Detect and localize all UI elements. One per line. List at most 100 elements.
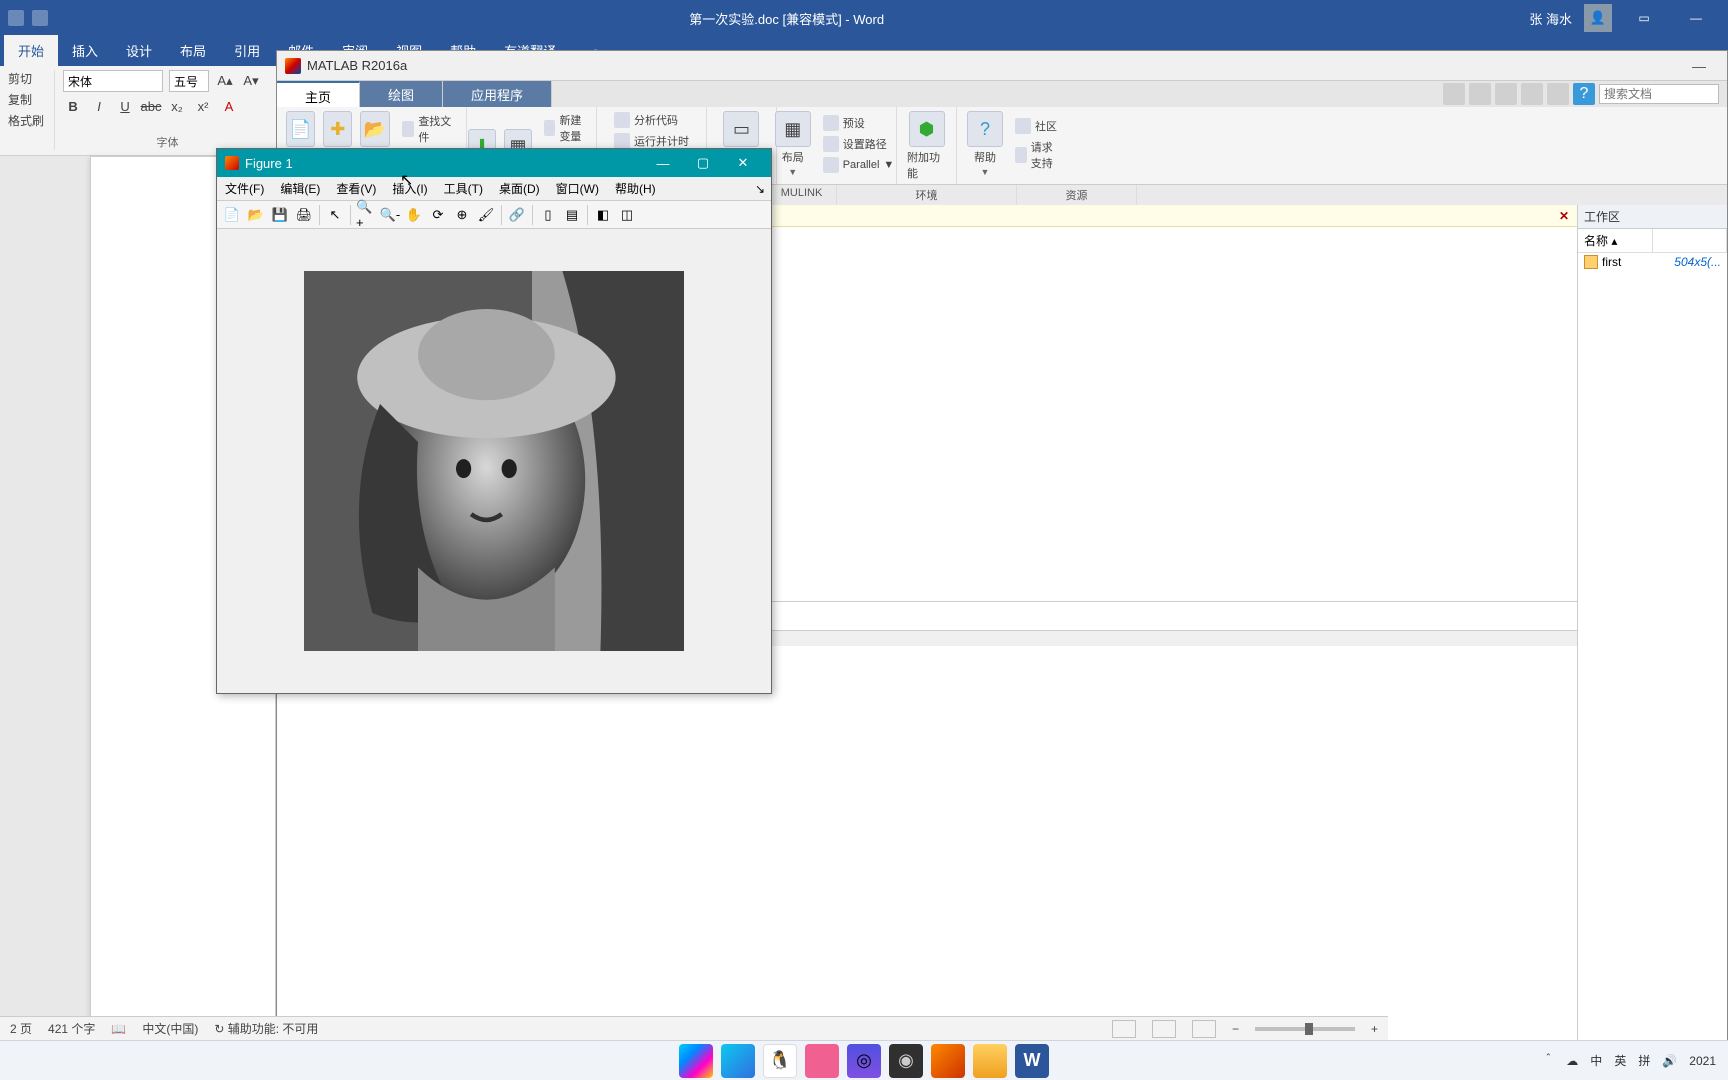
word-qat-more-icon[interactable] xyxy=(32,10,48,26)
close-icon[interactable]: ✕ xyxy=(1559,209,1569,223)
status-spellcheck-icon[interactable]: 📖 xyxy=(111,1022,126,1036)
copy-button[interactable]: 复制 xyxy=(8,91,44,108)
zoom-out-button[interactable]: − xyxy=(1232,1022,1239,1036)
italic-button[interactable]: I xyxy=(89,96,109,116)
tray-chevron-icon[interactable]: ＾ xyxy=(1542,1052,1554,1069)
legend-icon[interactable]: ▤ xyxy=(561,204,583,226)
status-accessibility[interactable]: ↻ 辅助功能: 不可用 xyxy=(214,1020,318,1037)
show-tools-icon[interactable]: ◫ xyxy=(616,204,638,226)
print-icon[interactable]: 🖨 xyxy=(293,204,315,226)
parallel-button[interactable]: Parallel ▼ xyxy=(819,156,899,174)
view-web-layout-icon[interactable] xyxy=(1192,1020,1216,1038)
menu-desktop[interactable]: 桌面(D) xyxy=(491,180,548,197)
find-files-button[interactable]: 查找文件 xyxy=(398,112,457,146)
layout-button[interactable]: ▦布局▼ xyxy=(775,111,811,177)
new-variable-button[interactable]: 新建变量 xyxy=(540,111,595,145)
colorbar-icon[interactable]: ▯ xyxy=(537,204,559,226)
figure-titlebar[interactable]: Figure 1 — ▢ ✕ xyxy=(217,149,771,177)
bold-button[interactable]: B xyxy=(63,96,83,116)
matlab-titlebar[interactable]: MATLAB R2016a — xyxy=(277,51,1727,81)
new-script-icon[interactable]: 📄 xyxy=(286,111,315,147)
matlab-cut-icon[interactable] xyxy=(1443,83,1465,105)
matlab-help-icon[interactable]: ? xyxy=(1573,83,1595,105)
tray-time[interactable]: 2021 xyxy=(1689,1054,1716,1068)
matlab-copy-icon[interactable] xyxy=(1469,83,1491,105)
matlab-search-input[interactable] xyxy=(1599,84,1719,104)
matlab-tab-apps[interactable]: 应用程序 xyxy=(443,81,552,107)
zoom-in-icon[interactable]: 🔍+ xyxy=(355,204,377,226)
workspace-col-value[interactable] xyxy=(1653,229,1728,252)
taskbar-matlab-icon[interactable] xyxy=(931,1044,965,1078)
brush-icon[interactable]: 🖌 xyxy=(475,204,497,226)
menu-window[interactable]: 窗口(W) xyxy=(548,180,607,197)
format-painter-button[interactable]: 格式刷 xyxy=(8,112,44,129)
superscript-button[interactable]: x² xyxy=(193,96,213,116)
subscript-button[interactable]: x₂ xyxy=(167,96,187,116)
font-size-select[interactable] xyxy=(169,70,209,92)
menu-edit[interactable]: 编辑(E) xyxy=(272,180,328,197)
analyze-code-button[interactable]: 分析代码 xyxy=(610,111,682,129)
workspace-col-name[interactable]: 名称 ▴ xyxy=(1578,229,1653,252)
ime-indicator-1[interactable]: 中 xyxy=(1590,1052,1602,1069)
tab-design[interactable]: 设计 xyxy=(112,35,166,66)
view-read-mode-icon[interactable] xyxy=(1112,1020,1136,1038)
matlab-minimize-button[interactable]: — xyxy=(1679,52,1719,80)
request-support-button[interactable]: 请求支持 xyxy=(1011,138,1067,172)
font-name-select[interactable] xyxy=(63,70,163,92)
new-icon[interactable]: ✚ xyxy=(323,111,352,147)
matlab-paste-icon[interactable] xyxy=(1495,83,1517,105)
matlab-redo-icon[interactable] xyxy=(1547,83,1569,105)
rotate-icon[interactable]: ⟳ xyxy=(427,204,449,226)
zoom-slider[interactable] xyxy=(1255,1027,1355,1031)
community-button[interactable]: 社区 xyxy=(1011,117,1061,135)
zoom-in-button[interactable]: + xyxy=(1371,1022,1378,1036)
status-words[interactable]: 421 个字 xyxy=(48,1020,95,1037)
taskbar-word-icon[interactable]: W xyxy=(1015,1044,1049,1078)
addons-button[interactable]: ⬢附加功能▼ xyxy=(907,111,946,193)
tab-references[interactable]: 引用 xyxy=(220,35,274,66)
word-ribbon-collapse-icon[interactable]: ▭ xyxy=(1624,0,1664,36)
taskbar-app1-icon[interactable] xyxy=(805,1044,839,1078)
menu-insert[interactable]: 插入(I) xyxy=(384,180,435,197)
menu-help[interactable]: 帮助(H) xyxy=(607,180,664,197)
zoom-out-icon[interactable]: 🔍- xyxy=(379,204,401,226)
tab-home[interactable]: 开始 xyxy=(4,35,58,66)
cut-button[interactable]: 剪切 xyxy=(8,70,44,87)
taskbar-qq-icon[interactable]: 🐧 xyxy=(763,1044,797,1078)
start-button[interactable] xyxy=(679,1044,713,1078)
data-cursor-icon[interactable]: ⊕ xyxy=(451,204,473,226)
tab-layout[interactable]: 布局 xyxy=(166,35,220,66)
menu-tools[interactable]: 工具(T) xyxy=(436,180,491,197)
help-button[interactable]: ?帮助▼ xyxy=(967,111,1003,177)
status-language[interactable]: 中文(中国) xyxy=(142,1020,198,1037)
taskbar-explorer-icon[interactable] xyxy=(973,1044,1007,1078)
view-print-layout-icon[interactable] xyxy=(1152,1020,1176,1038)
decrease-font-icon[interactable]: A▾ xyxy=(241,71,261,91)
avatar[interactable]: 👤 xyxy=(1584,4,1612,32)
link-icon[interactable]: 🔗 xyxy=(506,204,528,226)
ime-indicator-2[interactable]: 英 xyxy=(1614,1052,1626,1069)
open-figure-icon[interactable]: 📂 xyxy=(245,204,267,226)
pointer-icon[interactable]: ↖ xyxy=(324,204,346,226)
tray-volume-icon[interactable]: 🔊 xyxy=(1662,1054,1677,1068)
pan-icon[interactable]: ✋ xyxy=(403,204,425,226)
figure-minimize-button[interactable]: — xyxy=(643,149,683,177)
new-figure-icon[interactable]: 📄 xyxy=(221,204,243,226)
matlab-tab-home[interactable]: 主页 xyxy=(277,81,360,107)
ime-indicator-3[interactable]: 拼 xyxy=(1638,1052,1650,1069)
taskbar-edge-icon[interactable] xyxy=(721,1044,755,1078)
menu-file[interactable]: 文件(F) xyxy=(217,180,272,197)
figure-maximize-button[interactable]: ▢ xyxy=(683,149,723,177)
hide-tools-icon[interactable]: ◧ xyxy=(592,204,614,226)
figure-close-button[interactable]: ✕ xyxy=(723,149,763,177)
tray-onedrive-icon[interactable]: ☁ xyxy=(1566,1054,1578,1068)
word-minimize-button[interactable]: — xyxy=(1676,0,1716,36)
set-path-button[interactable]: 设置路径 xyxy=(819,135,891,153)
strike-button[interactable]: abc xyxy=(141,96,161,116)
taskbar-app2-icon[interactable]: ◎ xyxy=(847,1044,881,1078)
tab-insert[interactable]: 插入 xyxy=(58,35,112,66)
workspace-variable-row[interactable]: first 504x5(... xyxy=(1578,253,1727,271)
underline-button[interactable]: U xyxy=(115,96,135,116)
matlab-undo-icon[interactable] xyxy=(1521,83,1543,105)
taskbar-obs-icon[interactable]: ◉ xyxy=(889,1044,923,1078)
